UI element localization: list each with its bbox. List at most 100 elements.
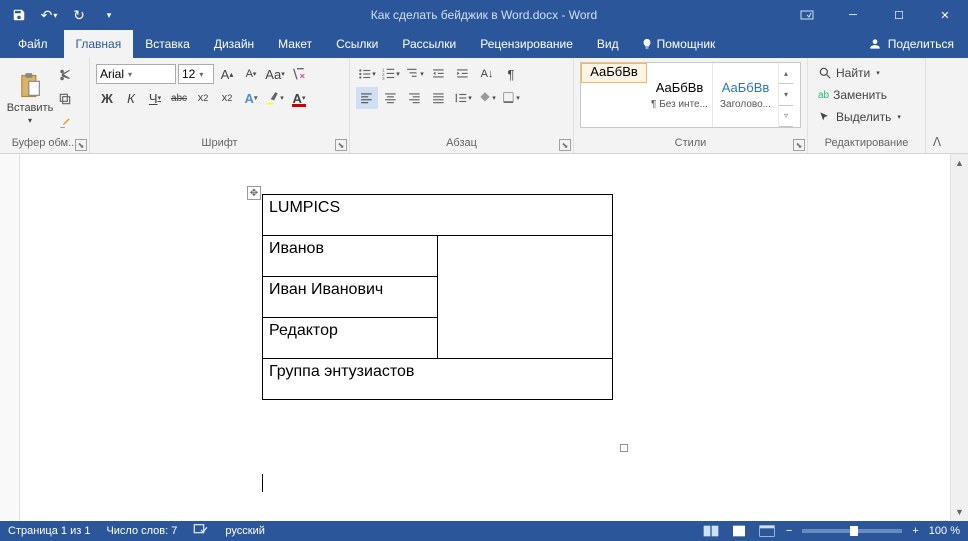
bold-button[interactable]: Ж: [96, 87, 118, 109]
increase-indent-button[interactable]: [452, 63, 474, 85]
share-button[interactable]: Поделиться: [854, 30, 968, 58]
italic-button[interactable]: К: [120, 87, 142, 109]
styles-gallery[interactable]: АаБбВв ¶ Обычный АаБбВв ¶ Без инте... Аа…: [580, 62, 801, 128]
zoom-out-button[interactable]: −: [786, 525, 792, 537]
justify-button[interactable]: [428, 87, 450, 109]
font-dialog-launcher[interactable]: ⬊: [335, 139, 347, 151]
para-dialog-launcher[interactable]: ⬊: [559, 139, 571, 151]
shading-button[interactable]: ▾: [476, 87, 498, 109]
maximize-button[interactable]: ☐: [876, 0, 922, 30]
align-right-button[interactable]: [404, 87, 426, 109]
ribbon-tabs: Файл Главная Вставка Дизайн Макет Ссылки…: [0, 30, 968, 58]
ribbon-options-button[interactable]: [784, 0, 830, 30]
web-layout-button[interactable]: [758, 524, 776, 538]
table-cell[interactable]: [438, 236, 613, 359]
paste-button[interactable]: Вставить▾: [6, 62, 54, 134]
tab-layout[interactable]: Макет: [266, 30, 324, 58]
tab-design[interactable]: Дизайн: [202, 30, 266, 58]
spellcheck-button[interactable]: [193, 523, 209, 540]
table-cell[interactable]: Иванов: [263, 236, 438, 277]
tell-me[interactable]: Помощник: [631, 30, 726, 58]
ribbon: Вставить▾ Буфер обм... ⬊ Arial▾ 12▾ A▴ A…: [0, 58, 968, 154]
zoom-thumb[interactable]: [850, 526, 858, 536]
print-layout-button[interactable]: [730, 524, 748, 538]
align-center-button[interactable]: [380, 87, 402, 109]
font-color-button[interactable]: A▾: [288, 87, 310, 109]
select-button[interactable]: Выделить▾: [814, 106, 919, 128]
document-canvas[interactable]: ✥ LUMPICS Иванов Иван Иванович Редактор …: [20, 154, 950, 521]
scroll-track[interactable]: [951, 172, 968, 503]
subscript-button[interactable]: x2: [192, 87, 214, 109]
group-styles: АаБбВв ¶ Обычный АаБбВв ¶ Без инте... Аа…: [574, 58, 808, 153]
strike-button[interactable]: abc: [168, 87, 190, 109]
clear-format-button[interactable]: [288, 63, 310, 85]
tab-mailings[interactable]: Рассылки: [390, 30, 468, 58]
badge-table[interactable]: LUMPICS Иванов Иван Иванович Редактор Гр…: [262, 194, 613, 400]
language-indicator[interactable]: русский: [225, 525, 264, 537]
multilevel-button[interactable]: ▾: [404, 63, 426, 85]
minimize-button[interactable]: ─: [830, 0, 876, 30]
find-button[interactable]: Найти▾: [814, 62, 919, 84]
tab-insert[interactable]: Вставка: [133, 30, 202, 58]
table-cell[interactable]: Редактор: [263, 318, 438, 359]
line-spacing-button[interactable]: ▾: [452, 87, 474, 109]
read-mode-button[interactable]: [702, 524, 720, 538]
vertical-ruler[interactable]: [0, 154, 20, 521]
table-resize-handle[interactable]: [620, 444, 628, 452]
format-painter-button[interactable]: [54, 112, 76, 134]
styles-dialog-launcher[interactable]: ⬊: [793, 139, 805, 151]
gallery-scroll[interactable]: ▴▾▿: [779, 63, 793, 127]
tab-references[interactable]: Ссылки: [324, 30, 390, 58]
bullets-button[interactable]: ▾: [356, 63, 378, 85]
tab-review[interactable]: Рецензирование: [468, 30, 585, 58]
collapse-ribbon-button[interactable]: ᐱ: [926, 58, 948, 153]
find-label: Найти: [836, 66, 870, 80]
cut-button[interactable]: [54, 64, 76, 86]
group-label: Редактирование: [814, 137, 919, 151]
tab-home[interactable]: Главная: [64, 30, 134, 58]
clipboard-dialog-launcher[interactable]: ⬊: [75, 139, 87, 151]
vertical-scrollbar[interactable]: ▲ ▼: [950, 154, 968, 521]
tab-file[interactable]: Файл: [2, 30, 64, 58]
grow-font-button[interactable]: A▴: [216, 63, 238, 85]
text-effects-button[interactable]: A▾: [240, 87, 262, 109]
numbering-button[interactable]: 123▾: [380, 63, 402, 85]
table-cell[interactable]: Группа энтузиастов: [263, 359, 613, 400]
underline-button[interactable]: Ч▾: [144, 87, 166, 109]
style-normal[interactable]: АаБбВв ¶ Обычный: [581, 63, 647, 83]
zoom-slider[interactable]: [802, 529, 902, 533]
font-size-select[interactable]: 12▾: [178, 64, 214, 84]
page-indicator[interactable]: Страница 1 из 1: [8, 525, 90, 537]
redo-button[interactable]: ↻: [66, 2, 92, 28]
tab-view[interactable]: Вид: [585, 30, 631, 58]
document-area: ✥ LUMPICS Иванов Иван Иванович Редактор …: [0, 154, 968, 521]
scroll-down-button[interactable]: ▼: [951, 503, 968, 521]
window-buttons: ─ ☐ ✕: [784, 0, 968, 30]
borders-button[interactable]: ▾: [500, 87, 522, 109]
zoom-level[interactable]: 100 %: [929, 525, 960, 537]
decrease-indent-button[interactable]: [428, 63, 450, 85]
zoom-in-button[interactable]: +: [912, 525, 918, 537]
scroll-up-button[interactable]: ▲: [951, 154, 968, 172]
shrink-font-button[interactable]: A▾: [240, 63, 262, 85]
align-left-button[interactable]: [356, 87, 378, 109]
style-preview: АаБбВв: [590, 64, 638, 79]
table-cell[interactable]: LUMPICS: [263, 195, 613, 236]
show-marks-button[interactable]: ¶: [500, 63, 522, 85]
change-case-button[interactable]: Aa▾: [264, 63, 286, 85]
replace-button[interactable]: abЗаменить: [814, 84, 919, 106]
close-button[interactable]: ✕: [922, 0, 968, 30]
style-no-spacing[interactable]: АаБбВв ¶ Без инте...: [647, 63, 713, 127]
save-button[interactable]: [6, 2, 32, 28]
font-name-select[interactable]: Arial▾: [96, 64, 176, 84]
copy-button[interactable]: [54, 88, 76, 110]
sort-button[interactable]: A↓: [476, 63, 498, 85]
style-heading[interactable]: АаБбВв Заголово...: [713, 63, 779, 127]
word-count[interactable]: Число слов: 7: [106, 525, 177, 537]
undo-button[interactable]: ↶▾: [36, 2, 62, 28]
table-cell[interactable]: Иван Иванович: [263, 277, 438, 318]
superscript-button[interactable]: x2: [216, 87, 238, 109]
qat-customize[interactable]: ▾: [96, 2, 122, 28]
highlight-button[interactable]: ▾: [264, 87, 286, 109]
table-move-handle[interactable]: ✥: [247, 186, 261, 200]
